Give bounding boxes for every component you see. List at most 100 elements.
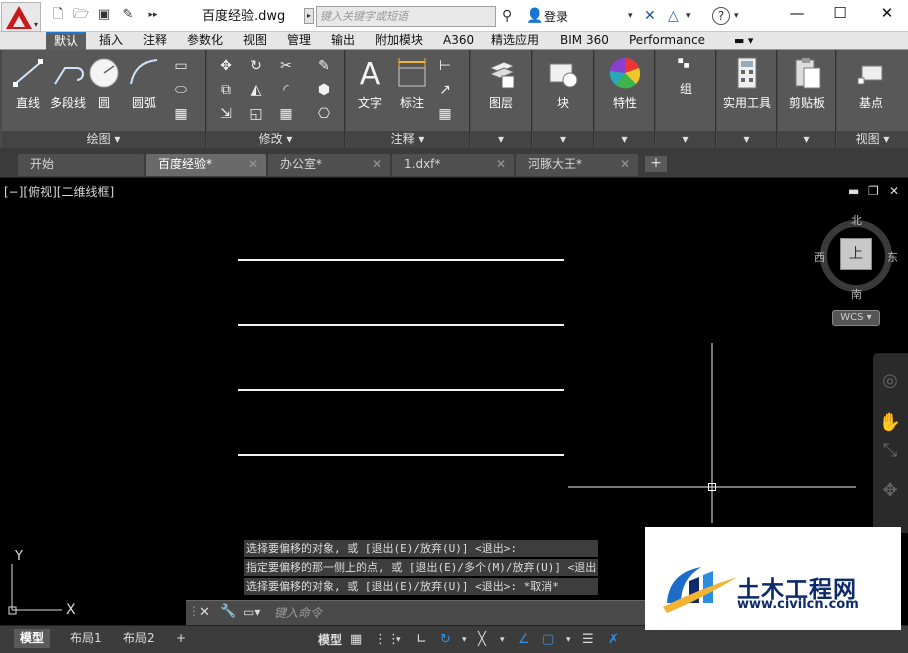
search-expand-button[interactable]: ▸ [304,8,314,24]
save-icon[interactable]: ▣ [97,8,111,22]
leader-icon[interactable]: ↗ [434,80,456,100]
more-tools-icon[interactable]: ▸▸ [146,8,160,22]
compass-north[interactable]: 北 [851,212,862,228]
tab-manage[interactable]: 管理 [287,32,311,50]
offset-icon[interactable]: ⎔ [313,104,335,124]
doc-tab-active[interactable]: 百度经验* ✕ [146,154,266,176]
viewport-close-icon[interactable]: ✕ [889,184,899,198]
copy-icon[interactable]: ⧉ [215,80,237,100]
layout-tab[interactable]: 布局1 [64,629,108,648]
tab-output[interactable]: 输出 [331,32,355,50]
rotate-icon[interactable]: ↻ [245,56,267,76]
tab-addins[interactable]: 附加模块 [375,32,423,50]
application-menu-button[interactable]: ▾ [1,2,41,32]
customize-wrench-icon[interactable]: 🔧 [220,604,236,619]
minimize-button[interactable]: — [782,2,812,24]
steering-wheel-icon[interactable]: ◎ [878,369,902,393]
clipboard-button[interactable]: 剪贴板 [780,54,834,126]
tab-performance[interactable]: Performance [629,32,705,50]
arc-button[interactable]: 圆弧 [118,54,170,126]
add-layout-button[interactable]: + [170,629,192,648]
view-panel-title[interactable]: 视图 ▾ [837,131,908,148]
ribbon-minimize-toggle[interactable]: ▬ ▾ [734,32,753,50]
utilities-panel-expand[interactable]: ▾ [717,131,776,148]
exchange-apps-icon[interactable]: ✕ [644,7,656,25]
erase-icon[interactable]: ✎ [313,56,335,76]
chevron-down-icon[interactable]: ▾ [734,7,739,25]
chevron-down-icon[interactable]: ▾ [566,631,571,649]
linear-dimension-icon[interactable]: ⊢ [434,56,456,76]
basepoint-button[interactable]: 基点 [845,54,897,126]
draw-panel-title[interactable]: 绘图 ▾ [2,131,205,148]
mirror-icon[interactable]: ◭ [245,80,267,100]
tab-view[interactable]: 视图 [243,32,267,50]
close-tab-icon[interactable]: ✕ [496,154,506,174]
move-icon[interactable]: ✥ [215,56,237,76]
viewport-controls-label[interactable]: [−][俯视][二维线框] [4,183,114,200]
new-tab-button[interactable]: + [645,156,667,172]
compass-west[interactable]: 西 [814,249,825,265]
tab-parametric[interactable]: 参数化 [187,32,223,50]
explode-icon[interactable]: ⬢ [313,80,335,100]
doc-tab[interactable]: 1.dxf* ✕ [392,154,514,176]
zoom-extents-icon[interactable]: ⤡ [878,439,902,463]
polar-tracking-icon[interactable]: ↻ [440,631,451,649]
login-button[interactable]: 登录 [544,8,568,25]
viewport-minimize-icon[interactable]: ▬ [848,184,859,198]
a360-icon[interactable]: △ [668,7,679,25]
lineweight-icon[interactable]: ☰ [582,631,594,649]
chevron-down-icon[interactable]: ▾ [686,7,691,25]
scale-icon[interactable]: ◱ [245,104,267,124]
binoculars-icon[interactable]: ⚲ [502,7,512,25]
chevron-down-icon[interactable]: ▾ [396,631,401,649]
doc-tab[interactable]: 河豚大王* ✕ [516,154,638,176]
object-snap-icon[interactable]: ▢ [542,631,554,649]
model-space-button[interactable]: 模型 [318,631,342,649]
compass-south[interactable]: 南 [851,286,862,302]
text-button[interactable]: A 文字 [346,54,394,126]
new-file-icon[interactable]: 🗋 [51,8,65,22]
utilities-button[interactable]: 实用工具 [719,54,775,126]
wcs-menu[interactable]: WCS ▾ [832,310,880,326]
chevron-down-icon[interactable]: ▾ [500,631,505,649]
search-input[interactable]: 键入关键字或短语 [316,6,496,27]
viewcube-top-face[interactable]: 上 [840,238,872,270]
maximize-button[interactable]: ☐ [825,2,855,24]
layout-tab[interactable]: 布局2 [117,629,161,648]
group-panel-expand[interactable]: ▾ [656,131,715,148]
block-button[interactable]: 块 [537,54,589,126]
close-tab-icon[interactable]: ✕ [372,154,382,174]
isodraft-icon[interactable]: ╳ [478,631,486,649]
compass-east[interactable]: 东 [887,249,898,265]
chevron-down-icon[interactable]: ▾ [628,7,633,25]
clipboard-panel-expand[interactable]: ▾ [778,131,835,148]
grid-icon[interactable]: ▦ [350,631,362,649]
ortho-icon[interactable]: ∟ [416,631,427,649]
close-window-button[interactable]: ✕ [872,2,902,24]
help-icon[interactable]: ? [712,7,730,25]
command-input[interactable]: 键入命令 [274,605,634,622]
tab-annotate[interactable]: 注释 [143,32,167,50]
properties-button[interactable]: 特性 [599,54,651,126]
ellipse-icon[interactable]: ⬭ [170,80,192,100]
doc-tab-start[interactable]: 开始 [18,154,144,176]
layers-panel-expand[interactable]: ▾ [471,131,531,148]
tab-bim360[interactable]: BIM 360 [560,32,609,50]
close-tab-icon[interactable]: ✕ [248,154,258,174]
object-snap-tracking-icon[interactable]: ∠ [518,631,530,649]
trim-icon[interactable]: ✂ [275,56,297,76]
layers-button[interactable]: 图层 [475,54,527,126]
stretch-icon[interactable]: ⇲ [215,104,237,124]
modify-panel-title[interactable]: 修改 ▾ [207,131,344,148]
save-as-icon[interactable]: ✎ [121,8,135,22]
tab-insert[interactable]: 插入 [99,32,123,50]
table-icon[interactable]: ▦ [434,104,456,124]
orbit-icon[interactable]: ✥ [878,479,902,503]
tab-home[interactable]: 默认 [46,32,87,50]
user-icon[interactable]: 👤 [526,7,543,25]
open-file-icon[interactable]: 🗁 [73,8,89,22]
hatch-icon[interactable]: ▦ [170,104,192,124]
pan-icon[interactable]: ✋ [878,411,902,435]
viewcube[interactable]: 上 北 南 东 西 [814,214,898,301]
close-tab-icon[interactable]: ✕ [620,154,630,174]
